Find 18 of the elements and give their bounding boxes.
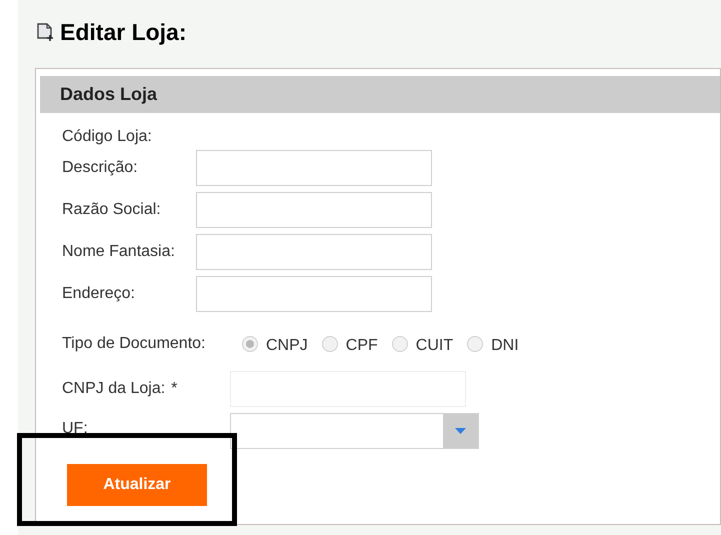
required-mark: *	[171, 379, 178, 399]
caret-icon	[455, 428, 466, 434]
field-label: Nome Fantasia:	[62, 242, 176, 262]
text-field[interactable]	[196, 276, 432, 312]
field-label: CNPJ da Loja:	[62, 379, 166, 399]
text-field[interactable]	[196, 234, 432, 270]
select-field[interactable]	[230, 413, 479, 449]
text-field[interactable]	[196, 192, 432, 228]
page-title: Editar Loja:	[60, 18, 187, 47]
field-label: Descrição:	[62, 158, 139, 178]
text-field[interactable]	[196, 150, 432, 186]
field-label: Código Loja:	[62, 127, 153, 147]
section-title: Dados Loja	[60, 83, 158, 106]
document-icon	[37, 22, 54, 42]
field-label: Endereço:	[62, 284, 136, 304]
field-label: Tipo de Documento:	[62, 334, 206, 354]
field-label: Razão Social:	[62, 200, 162, 220]
field-label: UF:	[62, 419, 89, 439]
